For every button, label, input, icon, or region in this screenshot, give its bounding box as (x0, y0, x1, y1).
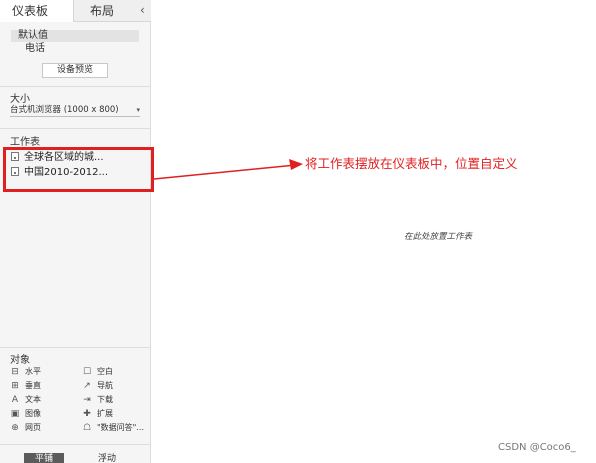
vertical-icon: ⊞ (11, 381, 19, 391)
dashboard-sidebar: 仪表板 布局 ‹ 默认值 电话 设备预览 大小 台式机浏览器 (1000 x 8… (0, 0, 151, 463)
blank-icon: ☐ (82, 367, 92, 377)
webpage-icon: ⊕ (11, 423, 19, 433)
tab-dashboard[interactable]: 仪表板 (0, 0, 74, 22)
device-phone-item[interactable]: 电话 (25, 43, 45, 55)
text-icon: A (11, 395, 19, 405)
layout-mode-toggle: 平铺 浮动 (24, 453, 151, 463)
divider (0, 444, 151, 445)
ask-data-icon: ☖ (82, 423, 92, 433)
object-horizontal[interactable]: ⊟ 水平 (10, 365, 41, 379)
floating-button[interactable]: 浮动 (82, 453, 132, 463)
object-ask-data[interactable]: ☖ "数据问答"... (82, 421, 144, 435)
object-navigation[interactable]: ↗ 导航 (82, 379, 113, 393)
canvas-drop-placeholder[interactable]: 在此处放置工作表 (404, 230, 472, 242)
divider (0, 347, 151, 348)
object-extension[interactable]: ✚ 扩展 (82, 407, 113, 421)
extension-icon: ✚ (83, 409, 91, 419)
tiled-button[interactable]: 平铺 (24, 453, 64, 463)
watermark: CSDN @Coco6_ (498, 442, 576, 453)
device-default-item[interactable]: 默认值 (11, 30, 139, 42)
size-dropdown-value: 台式机浏览器 (1000 x 800) (10, 105, 119, 115)
image-icon: ▣ (10, 409, 20, 419)
object-blank[interactable]: ☐ 空白 (82, 365, 113, 379)
annotation-text: 将工作表摆放在仪表板中，位置自定义 (305, 156, 518, 171)
sheets-section-title: 工作表 (10, 137, 40, 148)
objects-section-title: 对象 (10, 355, 30, 366)
tab-layout[interactable]: 布局 (90, 0, 114, 22)
object-text[interactable]: A 文本 (10, 393, 41, 407)
divider (0, 128, 151, 129)
navigation-icon: ↗ (83, 381, 91, 391)
object-webpage[interactable]: ⊕ 网页 (10, 421, 41, 435)
size-dropdown[interactable]: 台式机浏览器 (1000 x 800) ▾ (10, 105, 140, 117)
object-image[interactable]: ▣ 图像 (10, 407, 41, 421)
object-vertical[interactable]: ⊞ 垂直 (10, 379, 41, 393)
size-section-title: 大小 (10, 94, 30, 105)
divider (0, 86, 151, 87)
sheets-highlight-box (3, 147, 154, 192)
sidebar-tabs: 仪表板 布局 ‹ (0, 0, 151, 22)
collapse-sidebar-icon[interactable]: ‹ (140, 0, 145, 20)
horizontal-icon: ⊟ (11, 367, 19, 377)
device-preview-button[interactable]: 设备预览 (42, 63, 108, 78)
chevron-down-icon: ▾ (136, 106, 140, 114)
object-download[interactable]: ⇥ 下载 (82, 393, 113, 407)
download-icon: ⇥ (83, 395, 91, 405)
